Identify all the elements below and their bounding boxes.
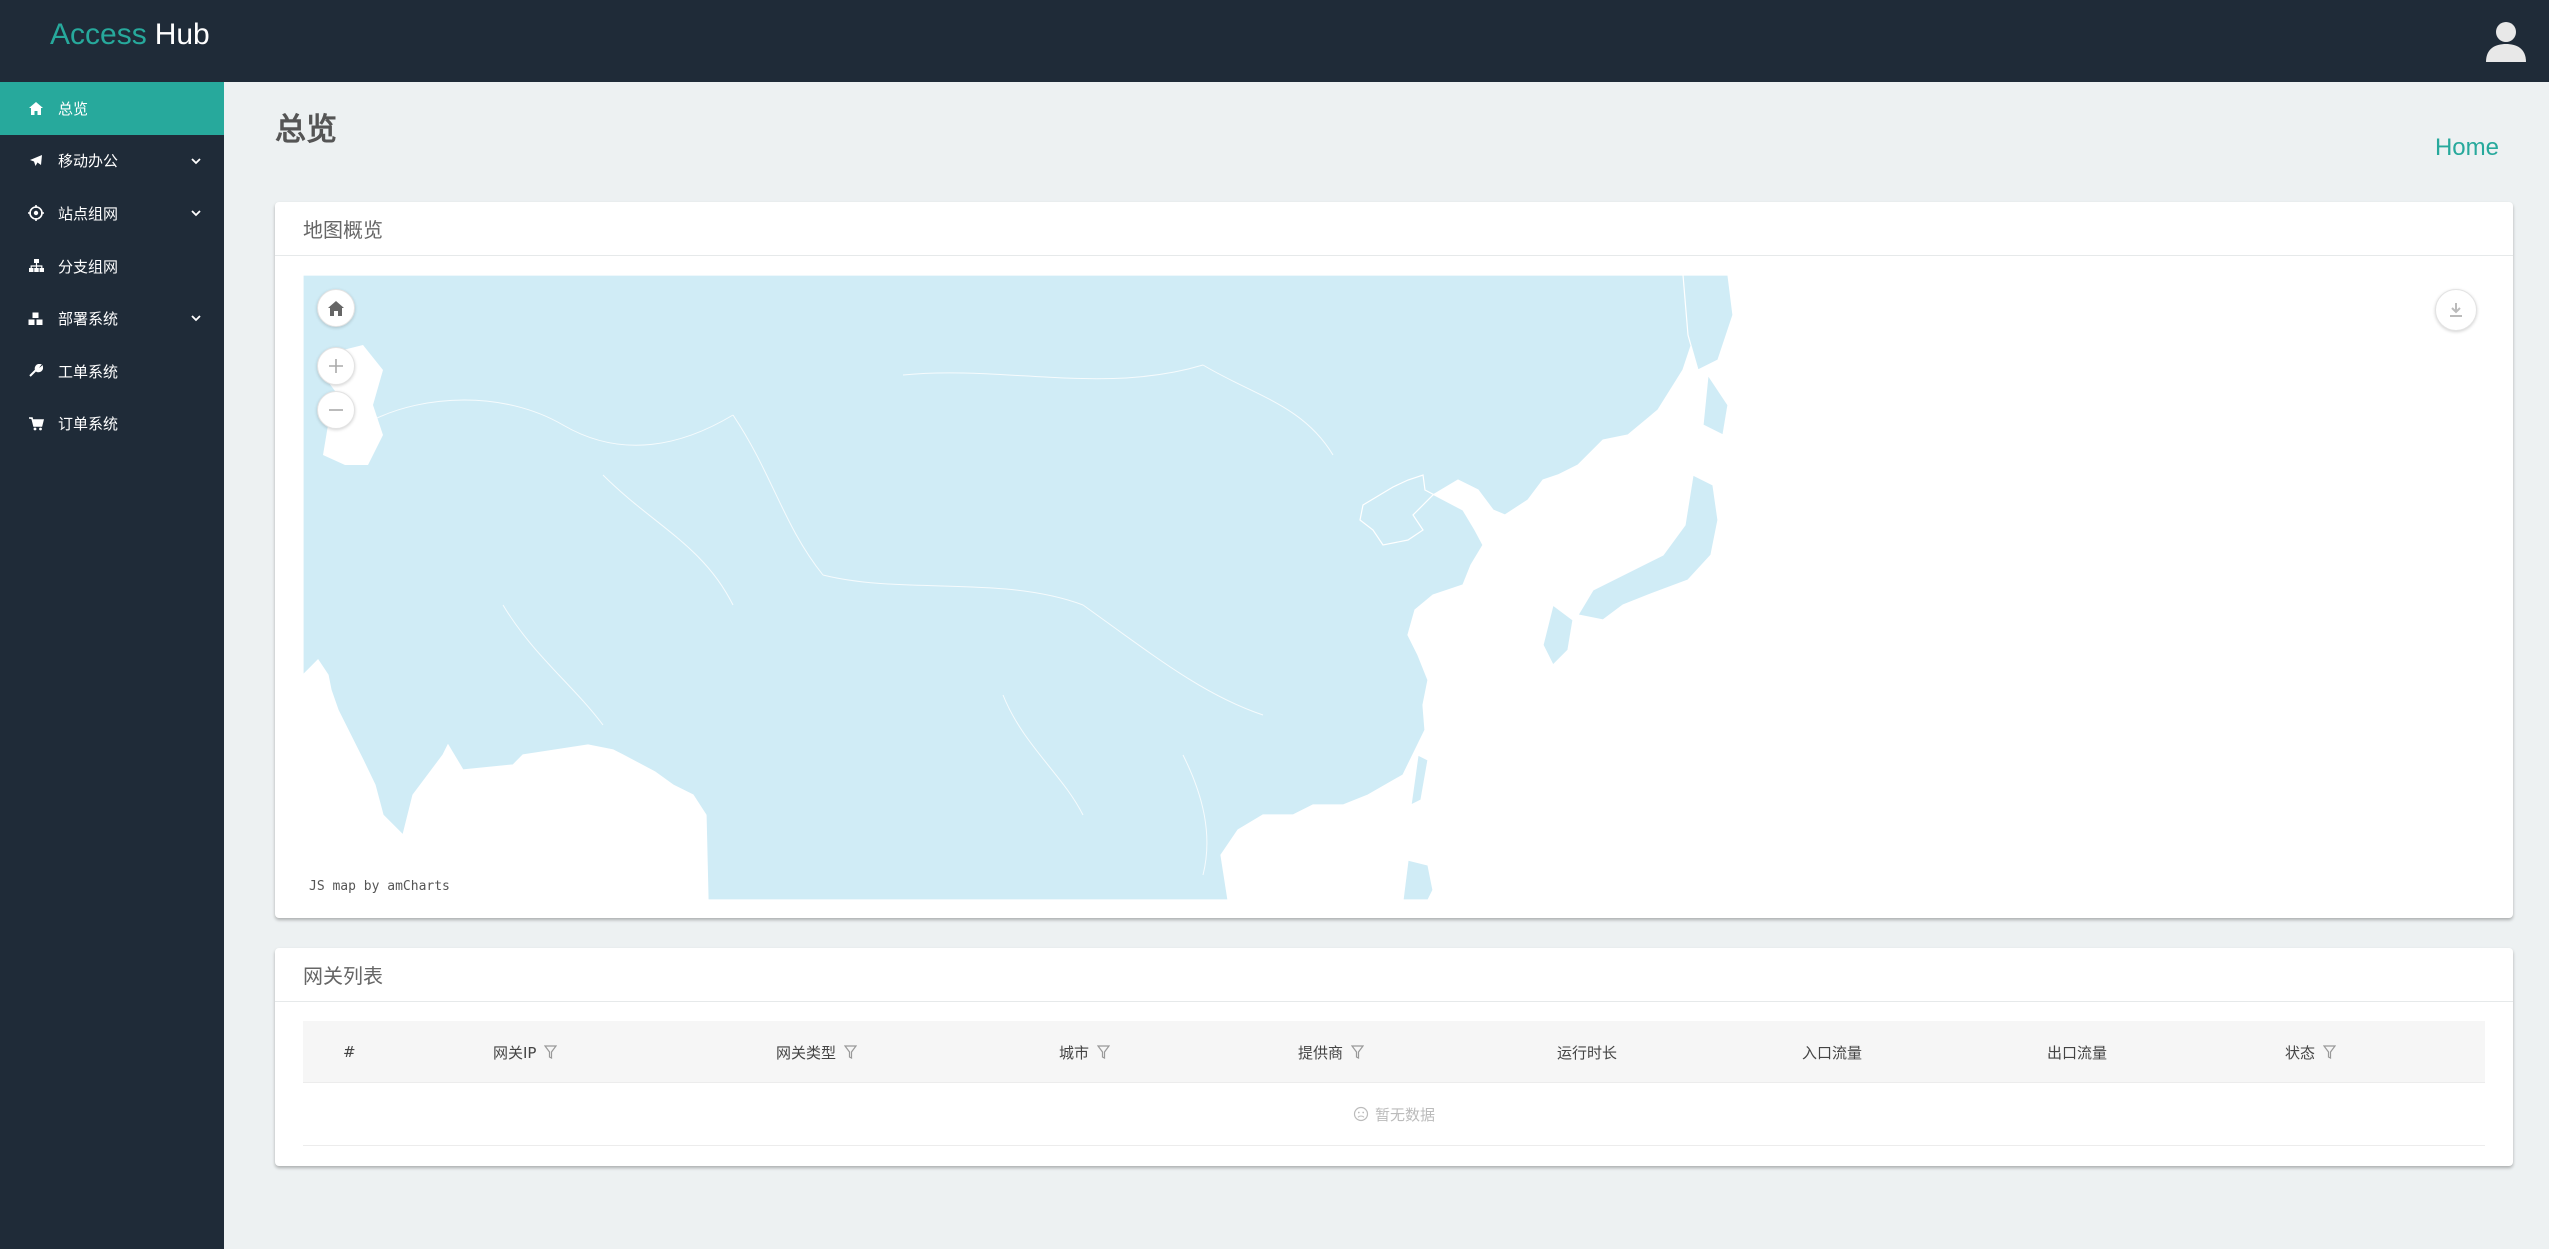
sidebar-item-mobile-office[interactable]: 移动办公 [0,135,224,188]
cubes-icon [28,311,44,327]
column-header-city: 城市 [1059,1021,1111,1083]
column-header-label: 入口流量 [1802,1043,1863,1062]
chevron-down-icon [191,315,201,322]
column-header-inbound-traffic: 入口流量 [1802,1021,1862,1083]
breadcrumb-home[interactable]: Home [2435,134,2499,162]
map-overview-card: 地图概览 JS map by amCharts [275,202,2513,918]
map-export-button[interactable] [2435,289,2477,331]
filter-icon[interactable] [844,1045,858,1059]
column-header-label: 网关类型 [776,1043,837,1062]
map-island-sakhalin [1702,373,1729,436]
brand-second-word: Hub [154,18,210,51]
chevron-down-icon [191,157,201,164]
map-island-kyushu [1542,603,1574,667]
column-header-uptime: 运行时长 [1557,1021,1617,1083]
top-bar: Access Hub [0,0,2549,82]
column-header-label: 网关IP [493,1043,537,1062]
column-header-label: 城市 [1059,1043,1090,1062]
column-header-outbound-traffic: 出口流量 [2047,1021,2107,1083]
sidebar-item-label: 分支组网 [58,257,119,276]
column-header-label: 运行时长 [1557,1043,1618,1062]
sidebar-item-deploy-system[interactable]: 部署系统 [0,292,224,345]
column-header-label: 状态 [2285,1043,2316,1062]
map-island-taiwan [1410,754,1429,807]
home-icon [328,300,344,316]
gateway-list-card: 网关列表 # 网关IP 网关类型 城市 提供商 运行时长 入口流量 出口流量 状… [275,948,2513,1166]
column-header-label: # [343,1043,356,1061]
sidebar-item-label: 部署系统 [58,310,119,329]
sidebar-item-branch-network[interactable]: 分支组网 [0,240,224,293]
table-card-header: 网关列表 [275,948,2513,1002]
zoom-in-icon [329,359,343,373]
column-header-index: # [343,1021,356,1083]
table-card-title: 网关列表 [303,964,383,988]
filter-icon[interactable] [2323,1045,2337,1059]
chevron-down-icon [191,210,201,217]
home-icon [28,100,44,116]
empty-text: 暂无数据 [1374,1105,1435,1124]
app-logo[interactable]: Access Hub [50,18,210,52]
map-island-hokkaido [1682,275,1734,371]
table-empty-state: 暂无数据 [303,1083,2485,1146]
filter-icon[interactable] [1097,1045,1111,1059]
column-header-label: 出口流量 [2047,1043,2108,1062]
sidebar-item-order-system[interactable]: 订单系统 [0,398,224,451]
frown-icon [1353,1106,1369,1122]
user-icon [2486,22,2526,62]
sidebar-item-label: 总览 [58,99,89,118]
sidebar-item-ticket-system[interactable]: 工单系统 [0,345,224,398]
map-zoom-in-button[interactable] [317,347,355,385]
map-card-title: 地图概览 [303,218,383,242]
asia-map[interactable] [303,275,2485,900]
table-header-row: # 网关IP 网关类型 城市 提供商 运行时长 入口流量 出口流量 状态 [303,1021,2485,1083]
filter-icon[interactable] [544,1045,558,1059]
page-title: 总览 [275,112,337,148]
sidebar-item-overview[interactable]: 总览 [0,82,224,135]
zoom-out-icon [329,409,343,411]
filter-icon[interactable] [1351,1045,1365,1059]
sidebar-item-label: 订单系统 [58,415,119,434]
brand-first-word: Access [50,18,147,51]
download-icon [2450,303,2462,317]
map-canvas[interactable]: JS map by amCharts [303,275,2485,900]
wrench-icon [28,363,44,379]
column-header-gateway-ip: 网关IP [493,1021,558,1083]
sidebar-item-label: 工单系统 [58,362,119,381]
map-island-luzon [1402,859,1434,900]
column-header-gateway-type: 网关类型 [776,1021,858,1083]
plane-icon [28,153,44,169]
sidebar: 总览 移动办公 站点组网 分支组网 部署系统 工单系统 订单系统 [0,82,224,1249]
map-home-button[interactable] [317,289,355,327]
column-header-provider: 提供商 [1298,1021,1365,1083]
map-card-header: 地图概览 [275,202,2513,256]
cart-icon [28,416,44,432]
sidebar-item-label: 站点组网 [58,204,119,223]
sidebar-item-label: 移动办公 [58,152,119,171]
map-landmass-asia [303,275,1704,900]
column-header-label: 提供商 [1298,1043,1344,1062]
map-island-honshu [1577,474,1719,621]
user-menu-button[interactable] [2483,18,2529,64]
map-credit[interactable]: JS map by amCharts [309,879,450,894]
network-gear-icon [28,205,44,222]
sitemap-icon [28,258,44,274]
column-header-status: 状态 [2285,1021,2337,1083]
map-zoom-out-button[interactable] [317,391,355,429]
sidebar-item-site-network[interactable]: 站点组网 [0,187,224,240]
